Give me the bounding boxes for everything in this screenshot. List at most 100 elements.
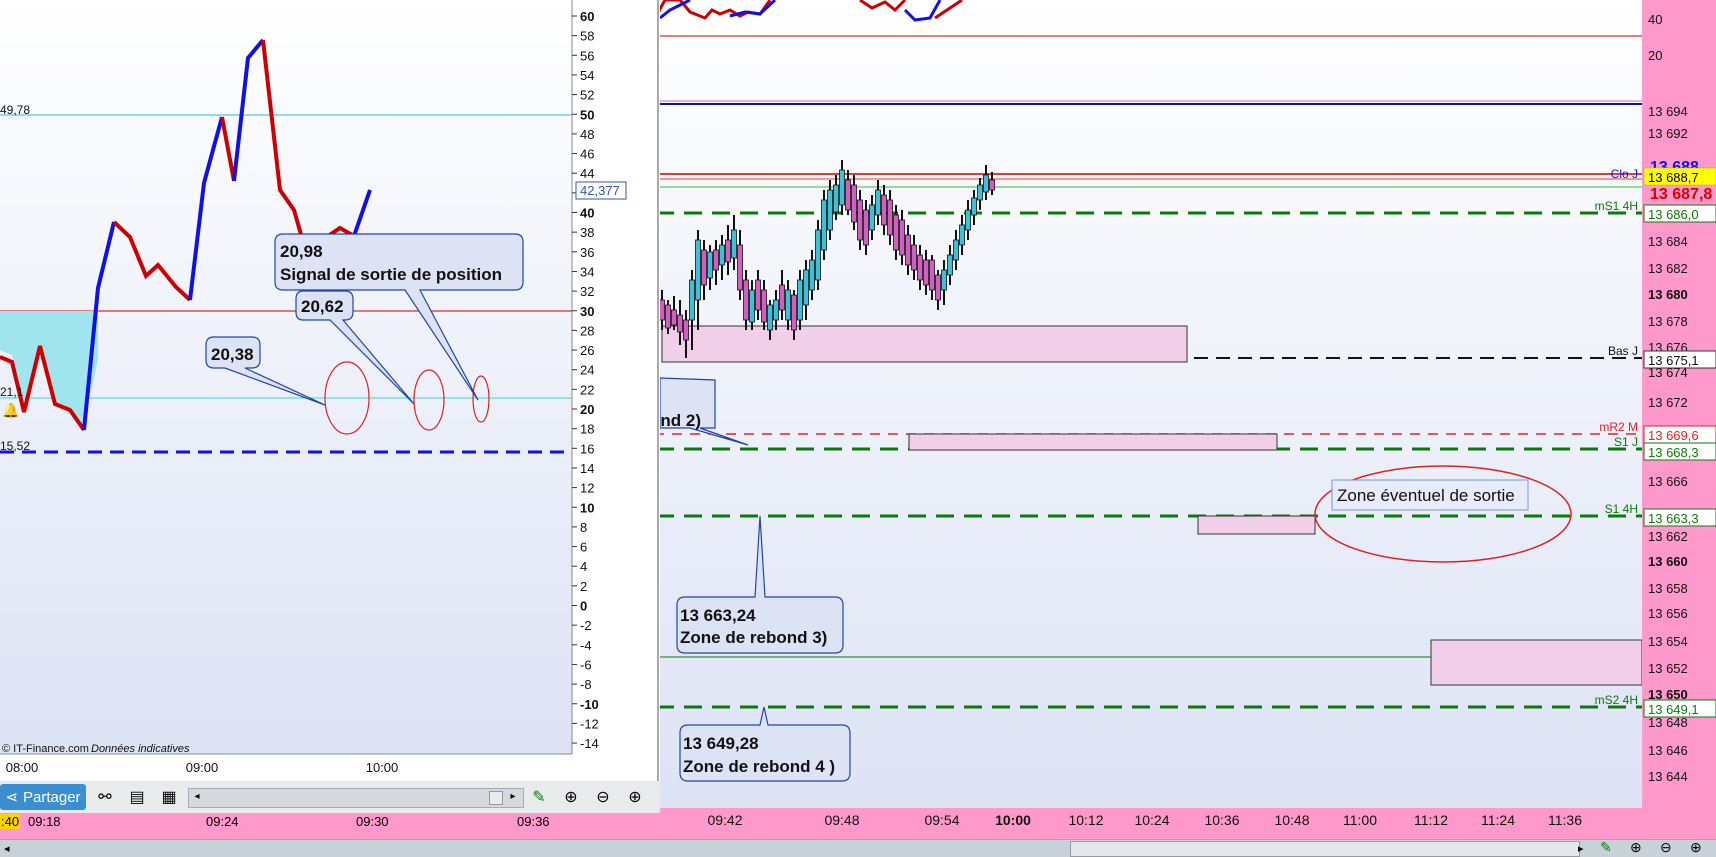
indicator-tick-7: 46 xyxy=(580,147,594,162)
table-icon[interactable]: ▤ xyxy=(124,784,150,810)
indicator-time-tick-2: 10:00 xyxy=(366,760,399,775)
draw-tool-icon[interactable]: ✎ xyxy=(526,784,552,810)
candle-body-50 xyxy=(959,224,965,246)
rebond4-value: 13 649,28 xyxy=(683,734,759,753)
sortie-label: Zone éventuel de sortie xyxy=(1337,486,1515,505)
time-tick-5: 10:24 xyxy=(1134,812,1169,828)
time-tick-11: 11:36 xyxy=(1548,812,1582,828)
indicator-tick-16: 28 xyxy=(580,323,594,338)
signal-value: 20,98 xyxy=(280,242,323,261)
price-tick-1: 20 xyxy=(1648,48,1662,63)
lower-time-strip: :40 09:18 09:24 09:30 09:36 xyxy=(0,813,660,839)
indicator-tick-25: 10 xyxy=(580,500,594,515)
price-tick-12: 13 662 xyxy=(1648,529,1688,544)
clo-j-label: Clo J xyxy=(1611,167,1638,181)
candle-body-24 xyxy=(803,269,809,306)
candle-body-13 xyxy=(737,244,743,291)
indicator-tick-37: -14 xyxy=(580,736,599,751)
indicator-tick-8: 44 xyxy=(580,166,594,181)
candle-body-32 xyxy=(851,184,857,223)
candle-body-46 xyxy=(935,274,941,301)
share-icon: ⋖ xyxy=(5,789,19,806)
ms1-4h-tag: 13 686,0 xyxy=(1648,207,1699,222)
candle-body-27 xyxy=(821,199,827,251)
price-tick-5: 13 682 xyxy=(1648,261,1688,276)
main-zoom-fit-icon[interactable]: ⊕ xyxy=(1630,839,1642,856)
s1-4h-label: S1 4H xyxy=(1605,502,1638,516)
candle-body-10 xyxy=(719,244,725,266)
indicator-tick-12: 36 xyxy=(580,245,594,260)
indicator-tick-28: 4 xyxy=(580,559,587,574)
candle-body-15 xyxy=(749,289,755,323)
candle-body-29 xyxy=(833,184,839,213)
zoom-out-icon[interactable]: ⊖ xyxy=(590,784,616,810)
disclaimer: Données indicatives xyxy=(91,743,190,755)
main-scroll-thumb[interactable] xyxy=(1070,841,1580,857)
time-tick-9: 11:12 xyxy=(1414,812,1448,828)
rebond4-text: Zone de rebond 4 ) xyxy=(683,757,835,776)
candle-body-36 xyxy=(875,189,881,216)
main-zoom-out-icon[interactable]: ⊖ xyxy=(1660,839,1672,856)
candle-body-25 xyxy=(809,259,815,291)
candle-body-42 xyxy=(911,244,917,271)
candle-body-9 xyxy=(713,249,719,271)
indicator-tick-30: 0 xyxy=(580,599,587,614)
candle-body-52 xyxy=(971,197,977,216)
indicator-tick-33: -6 xyxy=(580,657,592,672)
lower-tick-2: 09:24 xyxy=(206,814,239,829)
indicator-toolbar: ⋖ Partager ⚯ ▤ ▦ ◂ ▸ ✎ ⊕ ⊖ ⊕ xyxy=(0,781,660,813)
price-tick-3: 13 692 xyxy=(1648,126,1688,141)
candle-body-45 xyxy=(929,259,935,291)
candle-body-48 xyxy=(947,254,953,276)
scroll-right-icon[interactable]: ▸ xyxy=(507,791,519,803)
indicator-tick-18: 24 xyxy=(580,363,594,378)
indicator-tick-5: 50 xyxy=(580,107,594,122)
indicator-tick-24: 12 xyxy=(580,481,594,496)
candle-body-18 xyxy=(767,304,773,331)
ms2-4h-tag: 13 649,1 xyxy=(1648,702,1699,717)
indicator-tick-34: -8 xyxy=(580,677,592,692)
candle-body-4 xyxy=(683,319,689,341)
indicator-tick-26: 8 xyxy=(580,520,587,535)
indicator-time-tick-0: 08:00 xyxy=(6,760,39,775)
candle-body-2 xyxy=(671,309,677,326)
s1j-tag: 13 668,3 xyxy=(1648,445,1699,460)
indicator-time-tick-1: 09:00 xyxy=(186,760,219,775)
share-button[interactable]: ⋖ Partager xyxy=(0,784,86,810)
price-tick-10: 13 672 xyxy=(1648,395,1688,410)
bars-icon[interactable]: ▦ xyxy=(156,784,182,810)
candle-body-3 xyxy=(677,314,683,333)
candle-body-28 xyxy=(827,189,833,231)
price-tick-21: 13 644 xyxy=(1648,769,1688,784)
current-value: 42,377 xyxy=(580,183,620,198)
third-value: 20,38 xyxy=(211,345,254,364)
toolbar-scrollbar[interactable]: ◂ ▸ xyxy=(188,788,524,808)
link-icon[interactable]: ⚯ xyxy=(92,784,118,810)
bas-j-label: Bas J xyxy=(1608,344,1638,358)
candle-body-51 xyxy=(965,209,971,231)
candle-body-19 xyxy=(773,299,779,321)
alert-bell-icon[interactable]: 🔔 xyxy=(2,402,19,419)
indicator-tick-19: 22 xyxy=(580,382,594,397)
candle-body-54 xyxy=(983,174,989,193)
main-scroll-right-icon[interactable]: ▸ xyxy=(1578,842,1584,855)
scroll-left-icon[interactable]: ◂ xyxy=(191,791,203,803)
main-draw-icon[interactable]: ✎ xyxy=(1600,839,1612,856)
candle-body-33 xyxy=(857,199,863,241)
candle-body-39 xyxy=(893,214,899,251)
indicator-panel[interactable]: 49,78 21,1 15,52 🔔 605856545250484644424… xyxy=(0,0,660,781)
zoom-in-icon[interactable]: ⊕ xyxy=(622,784,648,810)
indicator-tick-36: -12 xyxy=(580,716,599,731)
main-scroll-left-icon[interactable]: ◂ xyxy=(4,842,10,855)
main-zoom-in-icon[interactable]: ⊕ xyxy=(1690,839,1702,856)
indicator-tick-14: 32 xyxy=(580,284,594,299)
rebond3-text: Zone de rebond 3) xyxy=(680,628,827,647)
copyright: © IT-Finance.com xyxy=(2,743,89,755)
indicator-tick-20: 20 xyxy=(580,402,594,417)
zoom-fit-icon[interactable]: ⊕ xyxy=(558,784,584,810)
candle-body-17 xyxy=(761,289,767,323)
scroll-thumb[interactable] xyxy=(489,791,503,805)
candle-body-31 xyxy=(845,179,851,211)
candle-body-11 xyxy=(725,239,731,263)
main-scrollbar[interactable]: ◂ ▸ ✎ ⊕ ⊖ ⊕ xyxy=(0,839,1716,857)
